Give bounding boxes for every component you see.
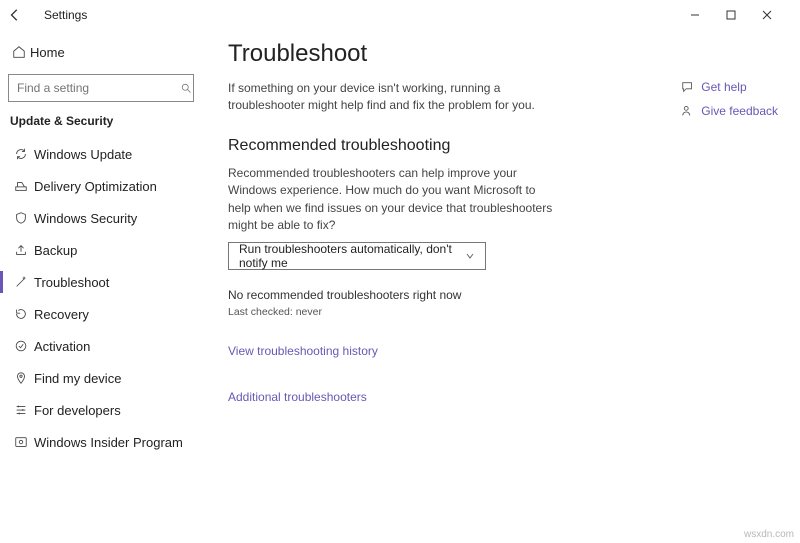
nav-label: Backup bbox=[34, 243, 77, 258]
nav-activation[interactable]: Activation bbox=[8, 330, 194, 362]
nav-label: Windows Update bbox=[34, 147, 132, 162]
close-icon bbox=[762, 10, 772, 20]
nav-troubleshoot[interactable]: Troubleshoot bbox=[8, 266, 194, 298]
main-content: Troubleshoot If something on your device… bbox=[200, 30, 800, 543]
developers-icon bbox=[8, 403, 34, 417]
troubleshoot-mode-dropdown[interactable]: Run troubleshooters automatically, don't… bbox=[228, 242, 486, 270]
nav-delivery-optimization[interactable]: Delivery Optimization bbox=[8, 170, 194, 202]
no-recommended-text: No recommended troubleshooters right now bbox=[228, 288, 790, 302]
nav-windows-update[interactable]: Windows Update bbox=[8, 138, 194, 170]
sync-icon bbox=[8, 147, 34, 161]
feedback-icon bbox=[681, 104, 701, 118]
nav-for-developers[interactable]: For developers bbox=[8, 394, 194, 426]
home-nav[interactable]: Home bbox=[8, 38, 194, 66]
search-input[interactable] bbox=[9, 81, 180, 95]
check-circle-icon bbox=[8, 339, 34, 353]
give-feedback-label: Give feedback bbox=[701, 104, 778, 118]
give-feedback-link[interactable]: Give feedback bbox=[681, 104, 778, 118]
intro-text: If something on your device isn't workin… bbox=[228, 80, 558, 115]
window-title: Settings bbox=[44, 8, 87, 22]
arrow-left-icon bbox=[8, 8, 22, 22]
close-button[interactable] bbox=[762, 10, 798, 20]
nav-label: Delivery Optimization bbox=[34, 179, 157, 194]
nav-recovery[interactable]: Recovery bbox=[8, 298, 194, 330]
nav-windows-insider[interactable]: Windows Insider Program bbox=[8, 426, 194, 458]
minimize-icon bbox=[690, 10, 700, 20]
recommended-heading: Recommended troubleshooting bbox=[228, 137, 790, 155]
back-button[interactable] bbox=[8, 8, 36, 22]
nav-label: Windows Insider Program bbox=[34, 435, 183, 450]
home-icon bbox=[8, 45, 30, 59]
titlebar: Settings bbox=[0, 0, 800, 30]
last-checked-text: Last checked: never bbox=[228, 306, 790, 318]
recovery-icon bbox=[8, 307, 34, 321]
dropdown-value: Run troubleshooters automatically, don't… bbox=[239, 242, 457, 270]
help-panel: Get help Give feedback bbox=[681, 80, 778, 118]
help-icon bbox=[681, 80, 701, 94]
nav-backup[interactable]: Backup bbox=[8, 234, 194, 266]
search-box[interactable] bbox=[8, 74, 194, 102]
watermark: wsxdn.com bbox=[744, 529, 794, 540]
delivery-icon bbox=[8, 179, 34, 193]
nav-windows-security[interactable]: Windows Security bbox=[8, 202, 194, 234]
maximize-icon bbox=[726, 10, 736, 20]
shield-icon bbox=[8, 211, 34, 225]
sidebar: Home Update & Security Windows Update De… bbox=[0, 30, 200, 543]
home-label: Home bbox=[30, 45, 65, 60]
additional-troubleshooters-link[interactable]: Additional troubleshooters bbox=[228, 390, 367, 404]
chevron-down-icon bbox=[465, 251, 475, 261]
nav-label: Recovery bbox=[34, 307, 89, 322]
backup-icon bbox=[8, 243, 34, 257]
get-help-link[interactable]: Get help bbox=[681, 80, 778, 94]
nav-label: Find my device bbox=[34, 371, 121, 386]
search-icon bbox=[180, 82, 193, 94]
location-icon bbox=[8, 371, 34, 385]
nav-label: Activation bbox=[34, 339, 90, 354]
page-title: Troubleshoot bbox=[228, 40, 790, 68]
insider-icon bbox=[8, 435, 34, 449]
view-history-link[interactable]: View troubleshooting history bbox=[228, 344, 378, 358]
wand-icon bbox=[8, 275, 34, 289]
maximize-button[interactable] bbox=[726, 10, 762, 20]
nav-label: Troubleshoot bbox=[34, 275, 109, 290]
nav-label: For developers bbox=[34, 403, 121, 418]
minimize-button[interactable] bbox=[690, 10, 726, 20]
nav-find-my-device[interactable]: Find my device bbox=[8, 362, 194, 394]
section-header: Update & Security bbox=[10, 114, 194, 128]
recommended-text: Recommended troubleshooters can help imp… bbox=[228, 165, 558, 235]
get-help-label: Get help bbox=[701, 80, 746, 94]
nav-label: Windows Security bbox=[34, 211, 137, 226]
